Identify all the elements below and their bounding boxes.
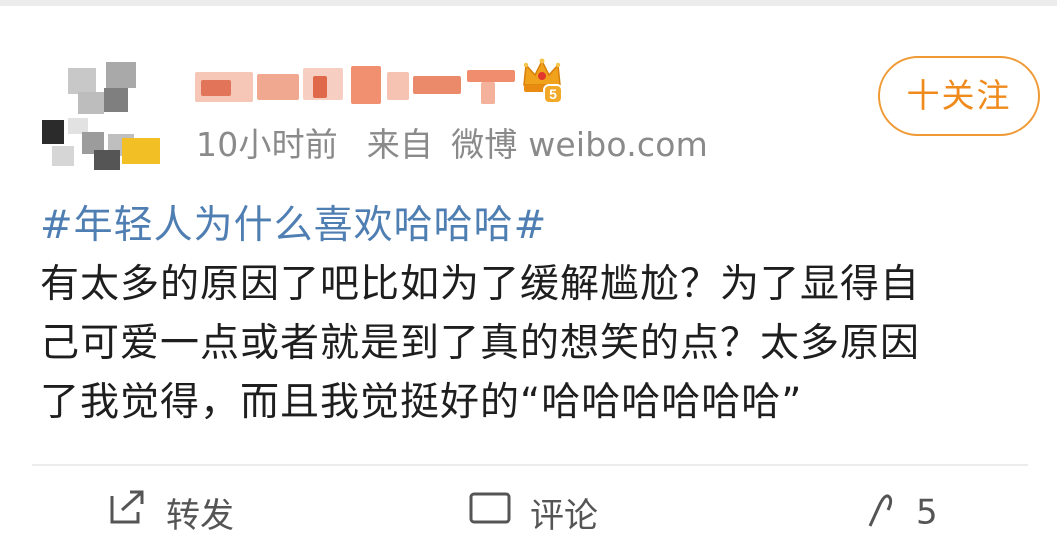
- post-text-line-1: 有太多的原因了吧比如为了缓解尴尬？为了显得自: [40, 262, 921, 307]
- repost-label: 转发: [166, 496, 234, 536]
- post-text-line-3: 了我觉得，而且我觉挺好的“哈哈哈哈哈哈”: [40, 380, 803, 425]
- username[interactable]: [195, 58, 525, 108]
- avatar[interactable]: [38, 62, 162, 174]
- crown-badge-icon: 5: [520, 55, 564, 105]
- action-bar-divider: [32, 464, 1028, 466]
- follow-button[interactable]: 十关注: [878, 56, 1040, 136]
- source-prefix: 来自: [366, 125, 434, 164]
- comment-label: 评论: [530, 496, 598, 536]
- comment-icon: [468, 488, 512, 537]
- like-count: 5: [916, 492, 938, 533]
- post-body: #年轻人为什么喜欢哈哈哈# 有太多的原因了吧比如为了缓解尴尬？为了显得自 己可爱…: [40, 196, 1040, 432]
- hashtag-link[interactable]: #年轻人为什么喜欢哈哈哈#: [40, 196, 1040, 255]
- post-meta: 10小时前 来自 微博 weibo.com: [196, 124, 708, 166]
- repost-button[interactable]: 转发: [106, 488, 234, 536]
- source-link[interactable]: 微博 weibo.com: [451, 125, 708, 164]
- svg-text:5: 5: [549, 86, 557, 102]
- like-button[interactable]: 5: [866, 488, 938, 533]
- top-edge-bar: [0, 0, 1057, 6]
- thumbs-up-icon: [866, 488, 898, 537]
- repost-icon: [106, 488, 148, 537]
- post-text-line-2: 己可爱一点或者就是到了真的想笑的点？太多原因: [40, 321, 921, 366]
- post-time: 10小时前: [196, 125, 338, 164]
- comment-button[interactable]: 评论: [468, 488, 598, 536]
